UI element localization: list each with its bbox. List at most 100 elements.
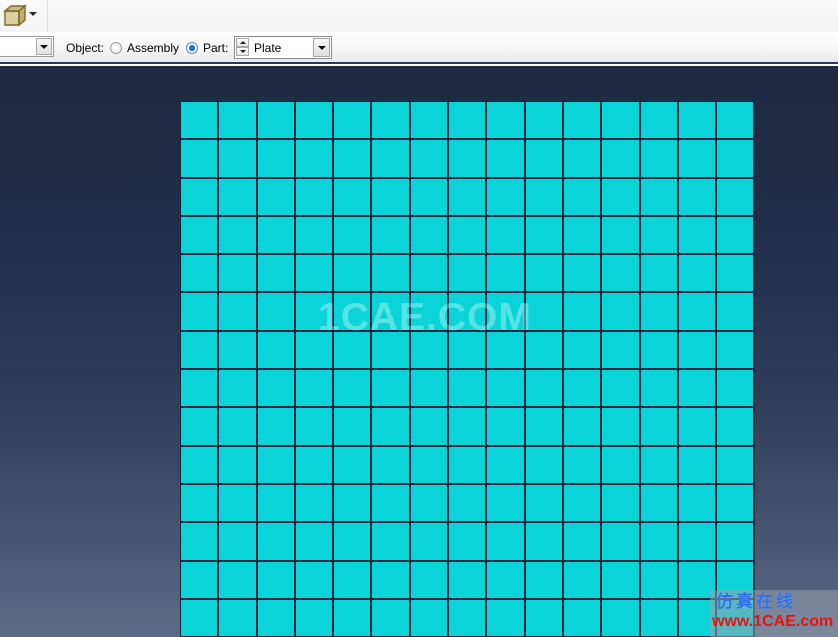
- mesh-cell[interactable]: [219, 178, 256, 215]
- mesh-cell[interactable]: [372, 408, 409, 445]
- mesh-cell[interactable]: [717, 331, 754, 369]
- mesh-cell[interactable]: [487, 216, 524, 254]
- mesh-cell[interactable]: [678, 140, 716, 177]
- mesh-cell[interactable]: [334, 561, 371, 598]
- mesh-cell[interactable]: [410, 102, 448, 139]
- mesh-cell[interactable]: [295, 484, 333, 522]
- mesh-cell[interactable]: [334, 523, 371, 560]
- mesh-cell[interactable]: [487, 408, 524, 445]
- mesh-cell[interactable]: [640, 484, 677, 522]
- mesh-cell[interactable]: [449, 216, 486, 254]
- mesh-cell[interactable]: [295, 370, 333, 407]
- mesh-cell[interactable]: [678, 484, 716, 522]
- mesh-cell[interactable]: [372, 178, 409, 215]
- mesh-cell[interactable]: [563, 446, 601, 483]
- mesh-cell[interactable]: [449, 255, 486, 292]
- mesh-cell[interactable]: [449, 178, 486, 215]
- mesh-cell[interactable]: [257, 408, 294, 445]
- mesh-cell[interactable]: [219, 484, 256, 522]
- mesh-cell[interactable]: [525, 370, 562, 407]
- mesh-cell[interactable]: [678, 216, 716, 254]
- mesh-cell[interactable]: [295, 561, 333, 598]
- mesh-cell[interactable]: [219, 293, 256, 330]
- chevron-down-icon[interactable]: [36, 38, 52, 55]
- mesh-cell[interactable]: [219, 140, 256, 177]
- mesh-cell[interactable]: [602, 370, 639, 407]
- mesh-cell[interactable]: [295, 178, 333, 215]
- mesh-cell[interactable]: [181, 178, 218, 215]
- model-combo[interactable]: el-1: [0, 36, 54, 57]
- mesh-cell[interactable]: [334, 484, 371, 522]
- mesh-cell[interactable]: [181, 523, 218, 560]
- mesh-cell[interactable]: [219, 599, 256, 637]
- mesh-cell[interactable]: [410, 561, 448, 598]
- mesh-cell[interactable]: [410, 370, 448, 407]
- mesh-cell[interactable]: [563, 561, 601, 598]
- mesh-cell[interactable]: [487, 523, 524, 560]
- mesh-cell[interactable]: [449, 446, 486, 483]
- mesh-cell[interactable]: [678, 523, 716, 560]
- mesh-cell[interactable]: [525, 102, 562, 139]
- mesh-cell[interactable]: [257, 599, 294, 637]
- mesh-cell[interactable]: [372, 523, 409, 560]
- mesh-cell[interactable]: [410, 523, 448, 560]
- mesh-cell[interactable]: [525, 561, 562, 598]
- mesh-cell[interactable]: [410, 484, 448, 522]
- mesh-cell[interactable]: [181, 446, 218, 483]
- mesh-cell[interactable]: [257, 331, 294, 369]
- mesh-cell[interactable]: [602, 561, 639, 598]
- mesh-cell[interactable]: [219, 102, 256, 139]
- mesh-cell[interactable]: [372, 370, 409, 407]
- mesh-cell[interactable]: [563, 599, 601, 637]
- mesh-cell[interactable]: [257, 370, 294, 407]
- spinner-up-icon[interactable]: [236, 38, 249, 47]
- mesh-cell[interactable]: [678, 446, 716, 483]
- mesh-cell[interactable]: [449, 408, 486, 445]
- mesh-cell[interactable]: [257, 446, 294, 483]
- part-spinner[interactable]: [236, 38, 249, 57]
- mesh-cell[interactable]: [487, 255, 524, 292]
- mesh-cell[interactable]: [372, 484, 409, 522]
- mesh-cell[interactable]: [257, 523, 294, 560]
- mesh-cell[interactable]: [449, 370, 486, 407]
- mesh-cell[interactable]: [678, 408, 716, 445]
- mesh-cell[interactable]: [181, 599, 218, 637]
- mesh-cell[interactable]: [602, 178, 639, 215]
- mesh-cell[interactable]: [181, 255, 218, 292]
- mesh-grid[interactable]: [180, 101, 755, 637]
- mesh-cell[interactable]: [602, 484, 639, 522]
- mesh-cell[interactable]: [334, 102, 371, 139]
- mesh-cell[interactable]: [640, 561, 677, 598]
- mesh-cell[interactable]: [717, 370, 754, 407]
- mesh-cell[interactable]: [181, 370, 218, 407]
- mesh-cell[interactable]: [563, 370, 601, 407]
- mesh-cell[interactable]: [640, 293, 677, 330]
- mesh-cell[interactable]: [257, 561, 294, 598]
- mesh-cell[interactable]: [449, 140, 486, 177]
- mesh-cell[interactable]: [717, 216, 754, 254]
- mesh-cell[interactable]: [602, 523, 639, 560]
- mesh-cell[interactable]: [219, 523, 256, 560]
- mesh-cell[interactable]: [181, 484, 218, 522]
- mesh-cell[interactable]: [678, 102, 716, 139]
- mesh-cell[interactable]: [717, 140, 754, 177]
- mesh-cell[interactable]: [563, 178, 601, 215]
- mesh-cell[interactable]: [295, 255, 333, 292]
- mesh-cell[interactable]: [717, 102, 754, 139]
- mesh-cell[interactable]: [410, 178, 448, 215]
- mesh-cell[interactable]: [295, 446, 333, 483]
- mesh-cell[interactable]: [640, 255, 677, 292]
- mesh-cell[interactable]: [181, 561, 218, 598]
- mesh-cell[interactable]: [181, 140, 218, 177]
- mesh-cell[interactable]: [410, 216, 448, 254]
- mesh-cell[interactable]: [602, 102, 639, 139]
- mesh-cell[interactable]: [449, 523, 486, 560]
- mesh-cell[interactable]: [487, 599, 524, 637]
- mesh-cell[interactable]: [372, 255, 409, 292]
- mesh-cell[interactable]: [487, 484, 524, 522]
- mesh-cell[interactable]: [525, 446, 562, 483]
- mesh-cell[interactable]: [219, 255, 256, 292]
- mesh-cell[interactable]: [410, 599, 448, 637]
- mesh-cell[interactable]: [640, 523, 677, 560]
- mesh-cell[interactable]: [410, 446, 448, 483]
